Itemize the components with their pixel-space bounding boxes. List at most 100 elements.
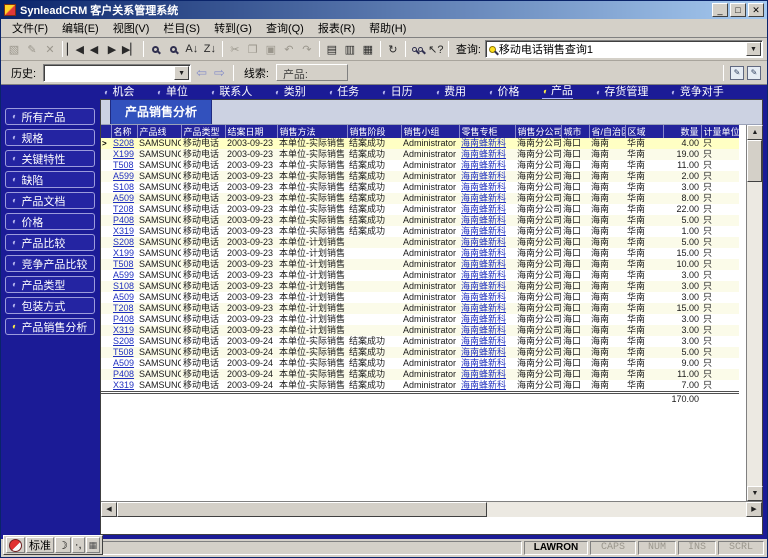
table-row[interactable]: X319SAMSUNG移动电话2003-09-24本单位-实际销售结案成功Adm… — [101, 380, 739, 393]
product-name-link[interactable]: X199 — [111, 248, 137, 259]
print-to-icon[interactable]: ▥ — [341, 40, 359, 58]
scroll-down-icon[interactable]: ▼ — [747, 486, 763, 501]
menu-item[interactable]: 报表(R) — [311, 18, 362, 38]
retail-counter-link[interactable]: 海南蜂新科 — [459, 204, 515, 215]
menu-item[interactable]: 栏目(S) — [156, 18, 207, 38]
horizontal-scroll-thumb[interactable] — [117, 502, 487, 517]
refresh-icon[interactable]: ↻ — [384, 40, 402, 58]
last-record-icon[interactable]: ▶▏ — [121, 40, 140, 58]
retail-counter-link[interactable]: 海南蜂新科 — [459, 248, 515, 259]
product-name-link[interactable]: A509 — [111, 358, 137, 369]
menu-item[interactable]: 文件(F) — [5, 18, 55, 38]
vertical-scrollbar[interactable]: ▲ ▼ — [746, 125, 762, 501]
first-record-icon[interactable]: ▏◀ — [66, 40, 85, 58]
column-header-销售阶段[interactable]: 销售阶段 — [347, 125, 401, 138]
tab-竞争对手[interactable]: ◖竞争对手 — [670, 86, 723, 99]
table-row[interactable]: A509SAMSUNG移动电话2003-09-23本单位-计划销售Adminis… — [101, 292, 739, 303]
column-header-计量单位[interactable]: 计量单位 — [701, 125, 739, 138]
tab-类别[interactable]: ◖类别 — [274, 86, 305, 99]
sidebar-item-产品类型[interactable]: ◖产品类型 — [5, 276, 95, 293]
product-name-link[interactable]: P408 — [111, 314, 137, 325]
scroll-right-icon[interactable]: ▶ — [746, 502, 762, 517]
retail-counter-link[interactable]: 海南蜂新科 — [459, 347, 515, 358]
sidebar-item-包装方式[interactable]: ◖包装方式 — [5, 297, 95, 314]
tab-联系人[interactable]: ◖联系人 — [210, 86, 252, 99]
product-name-link[interactable]: S108 — [111, 281, 137, 292]
query-dropdown-arrow[interactable]: ▼ — [746, 42, 761, 56]
product-name-link[interactable]: S108 — [111, 182, 137, 193]
menu-item[interactable]: 视图(V) — [106, 18, 157, 38]
column-header-名称[interactable]: 名称 — [111, 125, 137, 138]
tab-日历[interactable]: ◖日历 — [381, 86, 412, 99]
table-row[interactable]: X319SAMSUNG移动电话2003-09-23本单位-实际销售结案成功Adm… — [101, 226, 739, 237]
history-forward-icon[interactable]: ⇨ — [212, 65, 227, 81]
retail-counter-link[interactable]: 海南蜂新科 — [459, 314, 515, 325]
retail-counter-link[interactable]: 海南蜂新科 — [459, 193, 515, 204]
table-row[interactable]: A599SAMSUNG移动电话2003-09-23本单位-计划销售Adminis… — [101, 270, 739, 281]
sidebar-item-规格[interactable]: ◖规格 — [5, 129, 95, 146]
sidebar-item-竞争产品比较[interactable]: ◖竞争产品比较 — [5, 255, 95, 272]
retail-counter-link[interactable]: 海南蜂新科 — [459, 336, 515, 347]
column-header-销售方法[interactable]: 销售方法 — [277, 125, 347, 138]
product-name-link[interactable]: T508 — [111, 259, 137, 270]
ime-halfwidth-moon-icon[interactable]: ☽ — [55, 537, 71, 553]
retail-counter-link[interactable]: 海南蜂新科 — [459, 149, 515, 160]
retail-counter-link[interactable]: 海南蜂新科 — [459, 215, 515, 226]
table-row[interactable]: T208SAMSUNG移动电话2003-09-23本单位-计划销售Adminis… — [101, 303, 739, 314]
menu-item[interactable]: 帮助(H) — [362, 18, 413, 38]
scroll-up-icon[interactable]: ▲ — [747, 125, 763, 140]
table-row[interactable]: S208SAMSUNG移动电话2003-09-23本单位-计划销售Adminis… — [101, 237, 739, 248]
product-name-link[interactable]: T208 — [111, 303, 137, 314]
table-row[interactable]: X319SAMSUNG移动电话2003-09-23本单位-计划销售Adminis… — [101, 325, 739, 336]
tab-单位[interactable]: ◖单位 — [156, 86, 187, 99]
column-header-产品线[interactable]: 产品线 — [137, 125, 181, 138]
tab-费用[interactable]: ◖费用 — [435, 86, 466, 99]
sidebar-item-产品销售分析[interactable]: ◖产品销售分析 — [5, 318, 95, 335]
table-row[interactable]: X199SAMSUNG移动电话2003-09-23本单位-实际销售结案成功Adm… — [101, 149, 739, 160]
sort-ascending-icon[interactable]: A↓ — [183, 40, 201, 58]
table-row[interactable]: P408SAMSUNG移动电话2003-09-23本单位-实际销售结案成功Adm… — [101, 215, 739, 226]
sidebar-item-关键特性[interactable]: ◖关键特性 — [5, 150, 95, 167]
table-row[interactable]: P408SAMSUNG移动电话2003-09-23本单位-计划销售Adminis… — [101, 314, 739, 325]
history-combobox[interactable]: ▼ — [43, 64, 191, 82]
retail-counter-link[interactable]: 海南蜂新科 — [459, 380, 515, 393]
product-name-link[interactable]: A509 — [111, 193, 137, 204]
notepad-icon[interactable]: ✎ — [730, 66, 744, 80]
column-header-产品类型[interactable]: 产品类型 — [181, 125, 225, 138]
column-header-零售专柜[interactable]: 零售专柜 — [459, 125, 515, 138]
table-row[interactable]: X199SAMSUNG移动电话2003-09-23本单位-计划销售Adminis… — [101, 248, 739, 259]
query-combobox[interactable]: 移动电话销售查询1 ▼ — [485, 40, 763, 58]
scroll-left-icon[interactable]: ◀ — [101, 502, 117, 517]
product-name-link[interactable]: S208 — [111, 237, 137, 248]
retail-counter-link[interactable]: 海南蜂新科 — [459, 369, 515, 380]
context-help-icon[interactable]: ↖? — [427, 40, 445, 58]
table-row[interactable]: A509SAMSUNG移动电话2003-09-24本单位-实际销售结案成功Adm… — [101, 358, 739, 369]
menu-item[interactable]: 编辑(E) — [55, 18, 106, 38]
product-name-link[interactable]: X319 — [111, 226, 137, 237]
column-header-数量[interactable]: 数量 — [663, 125, 701, 138]
column-header-销售分公司[interactable]: 销售分公司 — [515, 125, 561, 138]
table-row[interactable]: S208SAMSUNG移动电话2003-09-24本单位-实际销售结案成功Adm… — [101, 336, 739, 347]
retail-counter-link[interactable]: 海南蜂新科 — [459, 237, 515, 248]
column-header-省/自治区[interactable]: 省/自治区 — [589, 125, 625, 138]
horizontal-scrollbar[interactable]: ◀ ▶ — [101, 501, 762, 517]
history-back-icon[interactable]: ⇦ — [194, 65, 209, 81]
prev-record-icon[interactable]: ◀ — [85, 40, 103, 58]
menu-item[interactable]: 转到(G) — [207, 18, 259, 38]
retail-counter-link[interactable]: 海南蜂新科 — [459, 358, 515, 369]
vertical-scroll-thumb[interactable] — [747, 140, 762, 182]
table-row[interactable]: T508SAMSUNG移动电话2003-09-23本单位-实际销售结案成功Adm… — [101, 160, 739, 171]
retail-counter-link[interactable]: 海南蜂新科 — [459, 138, 515, 149]
sidebar-item-价格[interactable]: ◖价格 — [5, 213, 95, 230]
print-preview-icon[interactable]: ▦ — [359, 40, 377, 58]
column-header-城市[interactable]: 城市 — [561, 125, 589, 138]
find-binoculars-icon[interactable] — [409, 40, 427, 58]
table-row[interactable]: S108SAMSUNG移动电话2003-09-23本单位-实际销售结案成功Adm… — [101, 182, 739, 193]
menu-item[interactable]: 查询(Q) — [259, 18, 311, 38]
table-row[interactable]: S108SAMSUNG移动电话2003-09-23本单位-计划销售Adminis… — [101, 281, 739, 292]
find-preview-icon[interactable] — [165, 40, 183, 58]
product-name-link[interactable]: T208 — [111, 204, 137, 215]
table-row[interactable]: T508SAMSUNG移动电话2003-09-23本单位-计划销售Adminis… — [101, 259, 739, 270]
retail-counter-link[interactable]: 海南蜂新科 — [459, 270, 515, 281]
sidebar-item-所有产品[interactable]: ◖所有产品 — [5, 108, 95, 125]
